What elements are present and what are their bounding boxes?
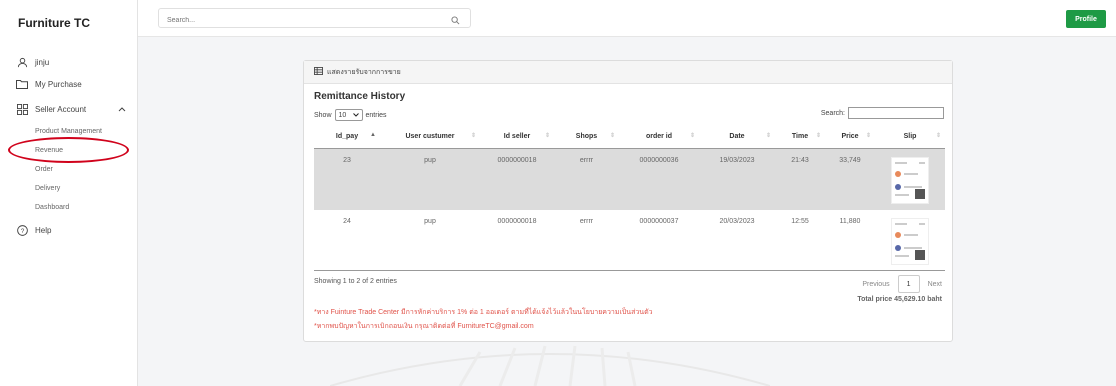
table-row: 23 pup 0000000018 errrr 0000000036 19/03… bbox=[314, 148, 945, 210]
remittance-table: Id_pay ▲ User custumer ⇕ Id seller ⇕ Shops ⇕… bbox=[314, 125, 945, 271]
column-header-id-seller[interactable]: Id seller ⇕ bbox=[480, 125, 554, 149]
sort-icon: ⇕ bbox=[689, 133, 695, 139]
page-title: Remittance History bbox=[314, 91, 406, 102]
watermark-logo bbox=[330, 345, 770, 386]
table-search: Search: bbox=[821, 107, 944, 119]
slip-image[interactable] bbox=[891, 218, 929, 265]
column-header-user[interactable]: User custumer ⇕ bbox=[380, 125, 480, 149]
page-button-current[interactable]: 1 bbox=[897, 275, 920, 293]
topbar: Profile bbox=[138, 0, 1116, 37]
sort-icon: ⇕ bbox=[544, 133, 550, 139]
column-header-id-pay[interactable]: Id_pay ▲ bbox=[314, 125, 380, 149]
svg-text:?: ? bbox=[20, 227, 24, 234]
cell-order-id: 0000000037 bbox=[619, 210, 699, 271]
search-box bbox=[158, 8, 471, 31]
sidebar-item-product-management[interactable]: Product Management bbox=[35, 128, 102, 135]
cell-date: 19/03/2023 bbox=[699, 148, 775, 210]
sidebar-item-help[interactable]: ? Help bbox=[16, 224, 51, 236]
sort-icon: ⇕ bbox=[470, 133, 476, 139]
table-row: 24 pup 0000000018 errrr 0000000037 20/03… bbox=[314, 210, 945, 271]
table-icon bbox=[314, 67, 323, 77]
show-label: Show bbox=[314, 111, 332, 119]
sidebar-item-dashboard[interactable]: Dashboard bbox=[35, 204, 69, 211]
cell-date: 20/03/2023 bbox=[699, 210, 775, 271]
sidebar: Furniture TC jinju My Purchase Seller Ac… bbox=[0, 0, 138, 386]
next-button[interactable]: Next bbox=[928, 281, 942, 288]
sidebar-item-label: Help bbox=[35, 225, 52, 235]
sidebar-item-my-purchase[interactable]: My Purchase bbox=[16, 78, 82, 90]
chevron-up-icon bbox=[118, 105, 126, 114]
brand-logo: Furniture TC bbox=[18, 16, 90, 30]
contact-note: *หากพบปัญหาในการเบิกถอนเงิน กรุณาติดต่อท… bbox=[314, 323, 534, 330]
column-header-date[interactable]: Date ⇕ bbox=[699, 125, 775, 149]
sort-icon: ⇕ bbox=[609, 133, 615, 139]
cell-slip bbox=[875, 148, 945, 210]
entries-value: 10 bbox=[338, 111, 347, 119]
cell-shop: errrr bbox=[554, 210, 619, 271]
folder-icon bbox=[16, 78, 28, 90]
cell-order-id: 0000000036 bbox=[619, 148, 699, 210]
sidebar-item-order[interactable]: Order bbox=[35, 166, 53, 173]
search-input[interactable] bbox=[159, 10, 429, 31]
cell-slip bbox=[875, 210, 945, 271]
pagination: Previous 1 Next bbox=[862, 275, 942, 293]
cell-time: 12:55 bbox=[775, 210, 825, 271]
column-header-price[interactable]: Price ⇕ bbox=[825, 125, 875, 149]
cell-user: pup bbox=[380, 148, 480, 210]
column-header-slip[interactable]: Slip ⇕ bbox=[875, 125, 945, 149]
cell-user: pup bbox=[380, 210, 480, 271]
sort-icon: ⇕ bbox=[865, 133, 871, 139]
sort-icon: ⇕ bbox=[935, 133, 941, 139]
search-icon[interactable] bbox=[451, 12, 460, 30]
sort-icon: ⇕ bbox=[815, 133, 821, 139]
column-header-shops[interactable]: Shops ⇕ bbox=[554, 125, 619, 149]
sidebar-item-user[interactable]: jinju bbox=[16, 56, 49, 68]
entries-label: entries bbox=[365, 111, 387, 119]
table-info: Showing 1 to 2 of 2 entries bbox=[314, 278, 397, 285]
cell-id-seller: 0000000018 bbox=[480, 210, 554, 271]
cell-id-seller: 0000000018 bbox=[480, 148, 554, 210]
table-search-label: Search: bbox=[820, 109, 845, 117]
chevron-down-icon bbox=[352, 112, 359, 119]
highlight-circle bbox=[8, 137, 129, 163]
sidebar-item-seller-account[interactable]: Seller Account bbox=[16, 103, 126, 115]
column-header-time[interactable]: Time ⇕ bbox=[775, 125, 825, 149]
sort-asc-icon: ▲ bbox=[370, 132, 376, 138]
cell-price: 33,749 bbox=[825, 148, 875, 210]
cell-time: 21:43 bbox=[775, 148, 825, 210]
sidebar-item-delivery[interactable]: Delivery bbox=[35, 185, 60, 192]
sidebar-item-label: jinju bbox=[35, 57, 50, 67]
panel-header: แสดงรายรับจากการขาย bbox=[304, 61, 952, 84]
entries-select[interactable]: 10 bbox=[334, 109, 363, 121]
sidebar-item-label: My Purchase bbox=[35, 79, 82, 89]
profile-button[interactable]: Profile bbox=[1066, 10, 1106, 28]
cell-price: 11,880 bbox=[825, 210, 875, 271]
table-search-input[interactable] bbox=[848, 107, 944, 119]
cell-shop: errrr bbox=[554, 148, 619, 210]
column-header-order-id[interactable]: order id ⇕ bbox=[619, 125, 699, 149]
panel-header-label: แสดงรายรับจากการขาย bbox=[327, 68, 401, 76]
service-fee-note: *ทาง Fuinture Trade Center มีการหักค่าบร… bbox=[314, 309, 653, 316]
grid-icon bbox=[16, 103, 28, 115]
slip-image[interactable] bbox=[891, 157, 929, 204]
sort-icon: ⇕ bbox=[765, 133, 771, 139]
entries-length: Show 10 entries bbox=[314, 109, 387, 121]
user-icon bbox=[16, 56, 28, 68]
sidebar-item-label: Seller Account bbox=[35, 104, 87, 114]
remittance-panel: แสดงรายรับจากการขาย Remittance History S… bbox=[303, 60, 953, 342]
cell-id-pay: 23 bbox=[314, 148, 380, 210]
total-price: Total price 45,629.10 baht bbox=[857, 296, 942, 303]
previous-button[interactable]: Previous bbox=[862, 281, 889, 288]
cell-id-pay: 24 bbox=[314, 210, 380, 271]
help-icon: ? bbox=[16, 224, 28, 236]
